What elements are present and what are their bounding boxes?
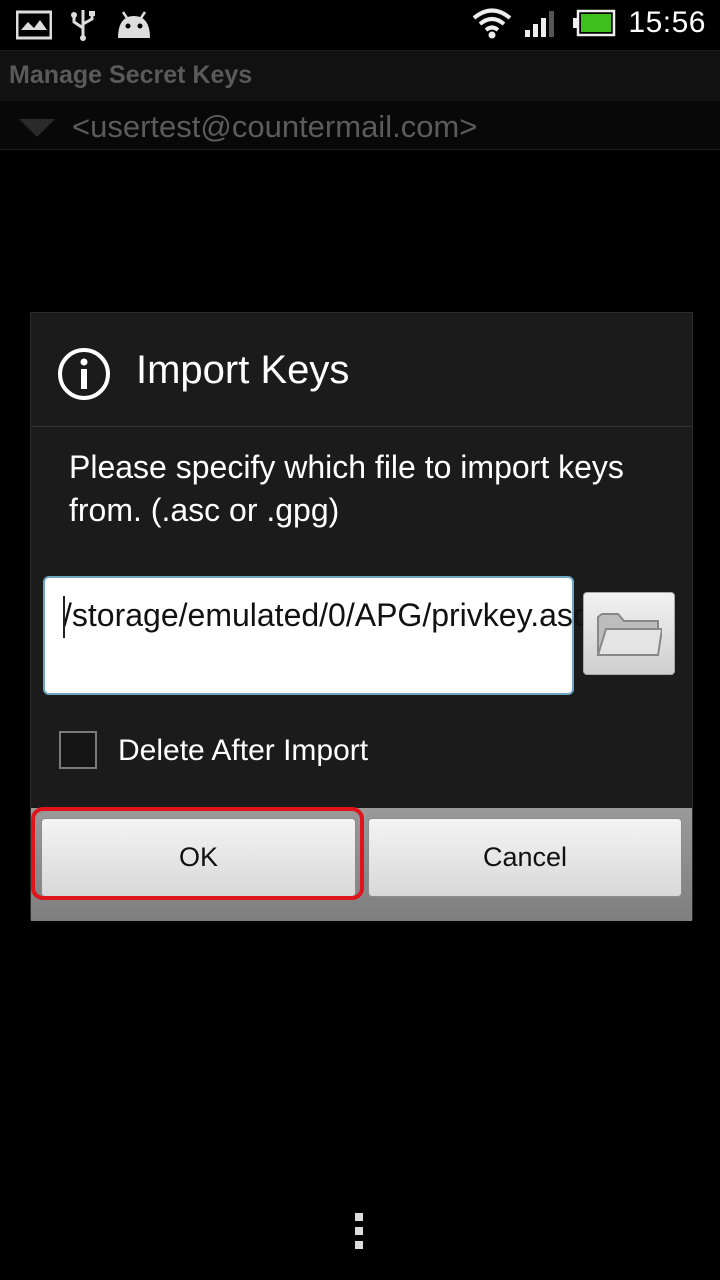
browse-folder-button[interactable] — [583, 592, 675, 675]
delete-after-import-label[interactable]: Delete After Import — [118, 734, 368, 768]
import-keys-dialog: Import Keys Please specify which file to… — [30, 312, 693, 921]
overflow-menu-icon[interactable] — [354, 1213, 364, 1253]
battery-icon — [573, 9, 616, 37]
ok-button-label: OK — [178, 842, 218, 872]
gallery-notification-icon — [16, 10, 52, 40]
cancel-button-label: Cancel — [482, 842, 568, 872]
file-path-value: /storage/emulated/0/APG/privkey.asc — [63, 597, 589, 633]
cancel-button[interactable]: Cancel — [368, 818, 682, 897]
ok-button[interactable]: OK — [41, 818, 356, 897]
system-icons: 15:56 — [472, 6, 706, 40]
key-list-item[interactable]: <usertest@countermail.com> — [0, 101, 720, 150]
dialog-header: Import Keys — [31, 313, 692, 427]
clock: 15:56 — [628, 6, 706, 39]
dialog-title: Import Keys — [136, 348, 350, 392]
signal-icon — [525, 11, 555, 37]
expand-chevron-icon[interactable] — [19, 119, 55, 137]
status-bar: 15:56 — [0, 0, 720, 51]
key-user-id: <usertest@countermail.com> — [72, 109, 478, 144]
dialog-button-bar: OK Cancel — [31, 807, 692, 921]
notification-icons — [16, 8, 154, 42]
info-icon — [58, 348, 110, 400]
text-cursor — [63, 596, 65, 638]
file-path-input[interactable]: /storage/emulated/0/APG/privkey.asc — [43, 576, 589, 695]
wifi-icon — [473, 8, 512, 39]
app-title: Manage Secret Keys — [9, 61, 253, 89]
app-bar: Manage Secret Keys — [0, 51, 720, 101]
dialog-message: Please specify which file to import keys… — [69, 449, 624, 528]
android-debug-icon — [118, 11, 150, 38]
usb-icon — [71, 10, 95, 41]
delete-after-import-checkbox[interactable] — [59, 731, 97, 769]
folder-icon — [596, 613, 662, 656]
